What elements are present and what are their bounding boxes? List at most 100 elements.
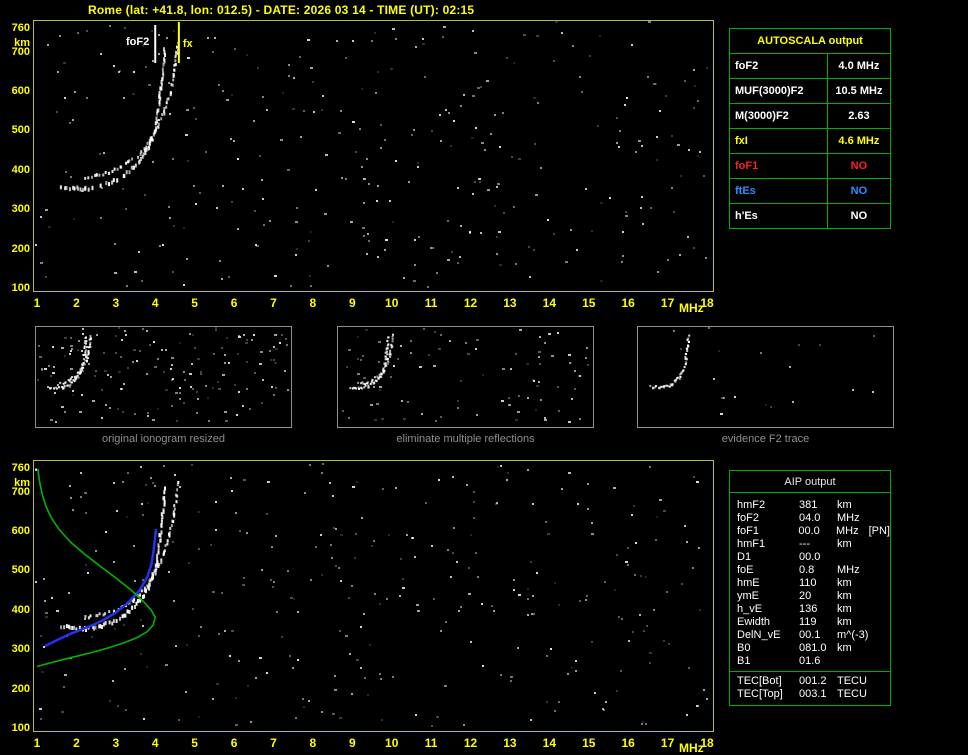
noise-dot xyxy=(124,330,126,332)
noise-dot xyxy=(554,582,556,584)
noise-dot xyxy=(151,30,153,32)
noise-dot xyxy=(276,611,278,613)
noise-dot xyxy=(80,472,82,474)
noise-dot xyxy=(321,109,323,111)
trace-dot xyxy=(169,527,171,530)
noise-dot xyxy=(124,668,126,670)
y-tick-label: 200 xyxy=(2,243,30,255)
noise-dot xyxy=(515,353,517,355)
trace-dot xyxy=(372,379,374,381)
noise-dot xyxy=(476,414,478,416)
noise-dot xyxy=(243,479,246,481)
noise-dot xyxy=(687,236,689,238)
trace-dot xyxy=(173,504,175,507)
noise-dot xyxy=(494,205,496,207)
noise-dot xyxy=(152,60,154,62)
noise-dot xyxy=(460,380,462,382)
noise-dot xyxy=(61,406,64,408)
noise-dot xyxy=(513,579,515,581)
noise-dot xyxy=(360,626,362,628)
noise-dot xyxy=(470,641,472,643)
noise-dot xyxy=(332,495,334,497)
aip-row: B0081.0km xyxy=(730,642,890,655)
trace-dot xyxy=(71,381,73,383)
noise-dot xyxy=(527,614,529,616)
noise-dot xyxy=(80,496,82,498)
noise-dot xyxy=(189,333,191,335)
noise-dot xyxy=(70,350,72,352)
noise-dot xyxy=(84,618,86,620)
noise-dot xyxy=(381,719,383,721)
trace-dot xyxy=(163,47,165,51)
noise-dot xyxy=(141,280,143,282)
noise-dot xyxy=(87,572,89,574)
noise-dot xyxy=(407,401,409,403)
noise-dot xyxy=(419,366,422,368)
noise-dot xyxy=(310,579,312,581)
noise-dot xyxy=(497,183,500,185)
trace-dot xyxy=(91,176,93,179)
trace-dot xyxy=(60,625,62,629)
noise-dot xyxy=(718,350,720,352)
noise-dot xyxy=(82,333,84,335)
noise-dot xyxy=(113,482,115,484)
trace-dot xyxy=(88,350,90,352)
noise-dot xyxy=(392,676,394,678)
noise-dot xyxy=(63,62,66,64)
noise-dot xyxy=(447,259,450,261)
noise-dot xyxy=(602,708,604,710)
noise-dot xyxy=(680,175,682,177)
noise-dot xyxy=(273,346,275,348)
noise-dot xyxy=(656,159,658,161)
noise-dot xyxy=(86,346,88,348)
trace-dot xyxy=(386,351,388,353)
noise-dot xyxy=(453,527,455,529)
noise-dot xyxy=(255,677,257,679)
x-tick-label: 10 xyxy=(385,736,398,750)
noise-dot xyxy=(146,666,148,668)
noise-dot xyxy=(432,247,434,249)
noise-dot xyxy=(161,349,163,351)
trace-dot xyxy=(75,376,77,378)
noise-dot xyxy=(226,337,228,339)
noise-dot xyxy=(273,394,275,396)
noise-dot xyxy=(246,388,248,390)
noise-dot xyxy=(374,419,377,421)
trace-dot xyxy=(385,356,387,358)
aip-param-value: 20 xyxy=(799,590,837,603)
trace-dot xyxy=(155,569,157,572)
noise-dot xyxy=(382,488,384,490)
trace-dot xyxy=(140,153,142,156)
noise-dot xyxy=(873,335,875,337)
trace-dot xyxy=(126,170,128,174)
noise-dot xyxy=(352,486,355,488)
aip-row: h_vE136km xyxy=(730,603,890,616)
noise-dot xyxy=(482,665,484,667)
noise-dot xyxy=(142,625,144,627)
noise-dot xyxy=(154,485,156,487)
noise-dot xyxy=(39,356,42,358)
noise-dot xyxy=(518,395,520,397)
noise-dot xyxy=(638,140,641,142)
noise-dot xyxy=(575,660,577,662)
trace-dot xyxy=(77,375,79,377)
noise-dot xyxy=(295,717,297,719)
noise-dot xyxy=(377,71,379,73)
noise-dot xyxy=(224,354,226,356)
noise-dot xyxy=(544,419,547,421)
noise-dot xyxy=(136,360,138,362)
noise-dot xyxy=(69,353,71,355)
trace-dot xyxy=(174,59,176,62)
noise-dot xyxy=(118,327,120,329)
aip-row: B101.6 xyxy=(730,655,890,668)
trace-dot xyxy=(98,174,100,177)
noise-dot xyxy=(296,207,298,209)
noise-dot xyxy=(340,534,343,536)
noise-dot xyxy=(708,327,710,329)
noise-dot xyxy=(431,130,433,132)
trace-dot xyxy=(163,508,165,512)
noise-dot xyxy=(510,676,513,678)
trace-dot xyxy=(157,126,159,129)
noise-dot xyxy=(692,567,694,569)
x-tick-label: 11 xyxy=(425,736,438,750)
